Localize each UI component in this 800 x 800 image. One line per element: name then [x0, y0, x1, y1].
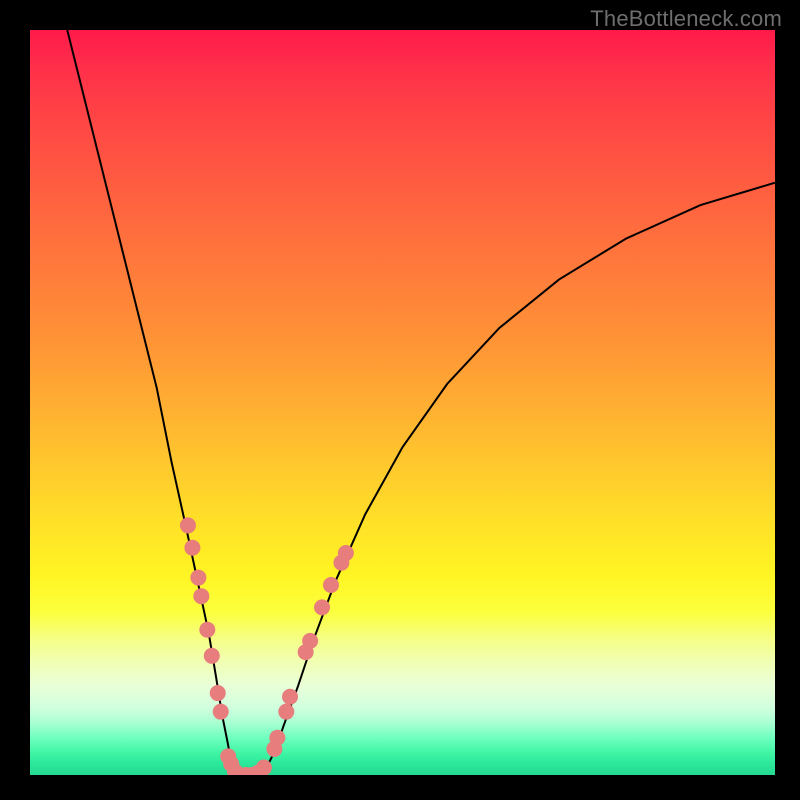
marker-dot — [210, 685, 226, 701]
marker-dot — [338, 545, 354, 561]
marker-dot — [190, 570, 206, 586]
marker-dot — [204, 648, 220, 664]
curve-line — [67, 30, 775, 775]
marker-dot — [199, 622, 215, 638]
marker-dot — [269, 730, 285, 746]
marker-dot — [184, 540, 200, 556]
marker-dot — [302, 633, 318, 649]
marker-dot — [180, 517, 196, 533]
marker-dot — [278, 704, 294, 720]
marker-dot — [256, 760, 272, 775]
marker-dot — [323, 577, 339, 593]
watermark-text: TheBottleneck.com — [590, 6, 782, 32]
marker-dot — [193, 588, 209, 604]
marker-dot — [314, 599, 330, 615]
markers-group — [180, 517, 354, 775]
marker-dot — [213, 704, 229, 720]
chart-overlay — [30, 30, 775, 775]
marker-dot — [282, 689, 298, 705]
